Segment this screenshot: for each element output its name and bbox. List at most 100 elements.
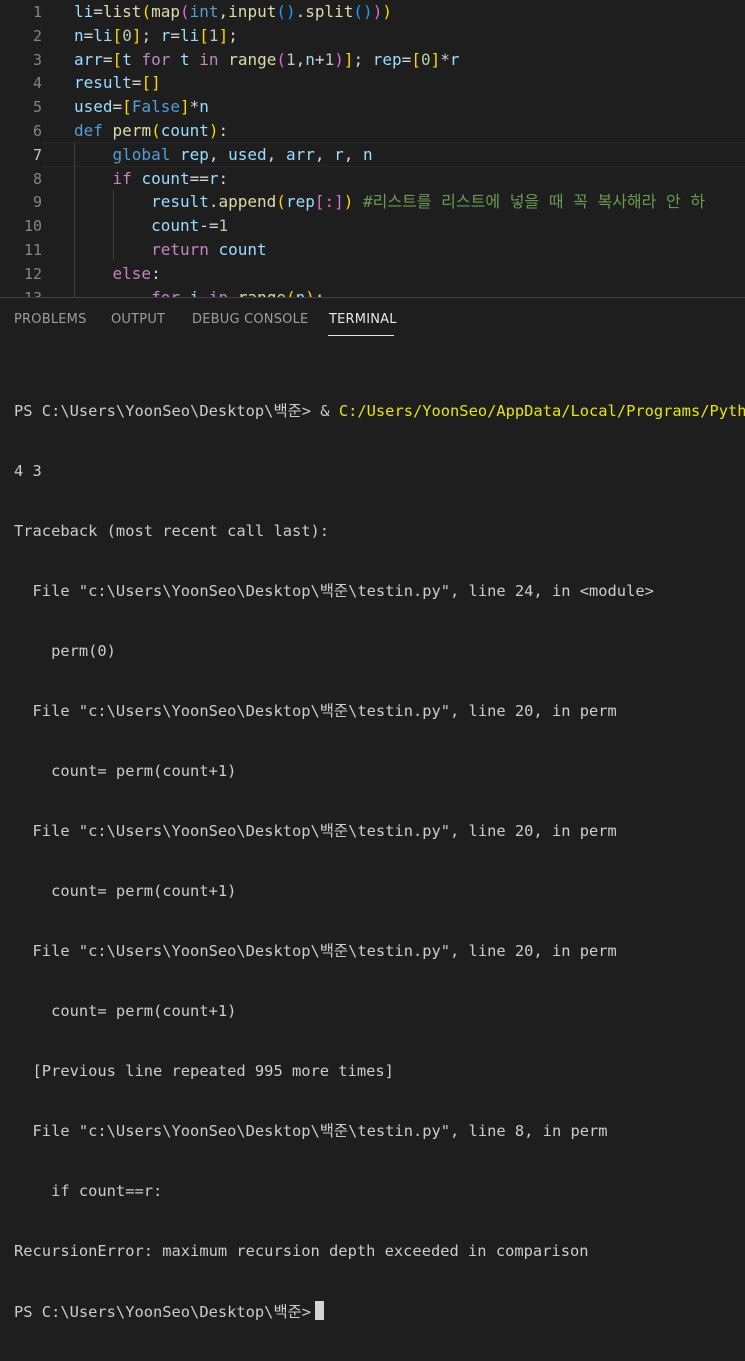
- code-token: n: [296, 288, 306, 297]
- line-number: 2: [32, 26, 42, 45]
- code-token: n: [199, 97, 209, 117]
- code-line[interactable]: 7 global rep, used, arr, r, n: [0, 143, 745, 167]
- code-token: count: [141, 168, 190, 188]
- line-number: 4: [32, 74, 42, 93]
- code-token: (): [276, 2, 296, 21]
- code-token: .: [208, 192, 219, 212]
- code-line[interactable]: 6 def perm(count):: [0, 119, 745, 143]
- code-token: t: [122, 49, 132, 69]
- tab-debug-console[interactable]: DEBUG CONSOLE: [192, 312, 308, 327]
- code-token: global: [112, 144, 171, 164]
- terminal-line: File "c:\Users\YoonSeo\Desktop\백준\testin…: [14, 702, 617, 720]
- terminal-line: count= perm(count+1): [14, 882, 237, 900]
- code-line[interactable]: 4 result=[]: [0, 71, 745, 95]
- code-line[interactable]: 12 else:: [0, 262, 745, 286]
- code-line[interactable]: 13 for i in range(n):: [0, 286, 745, 297]
- code-text: return count: [74, 238, 267, 262]
- code-token: append: [218, 192, 277, 212]
- code-token: li: [180, 25, 200, 45]
- code-text: for i in range(n):: [74, 286, 325, 297]
- terminal-line: perm(0): [14, 642, 116, 660]
- code-text: else:: [74, 262, 161, 286]
- bottom-panel: PROBLEMS OUTPUT DEBUG CONSOLE TERMINAL P…: [0, 297, 745, 1321]
- code-line[interactable]: 5 used=[False]*n: [0, 95, 745, 119]
- code-token: int: [189, 2, 219, 21]
- code-text: used=[False]*n: [74, 95, 209, 119]
- terminal-output[interactable]: PS C:\Users\YoonSeo\Desktop\백준> & C:/Use…: [14, 361, 745, 1361]
- tab-problems[interactable]: PROBLEMS: [14, 312, 87, 327]
- code-token: list: [102, 2, 142, 21]
- code-token: =: [131, 73, 142, 93]
- code-token: if: [112, 168, 132, 188]
- code-token: 1: [218, 216, 229, 236]
- line-number: 5: [32, 98, 42, 117]
- code-token: return: [151, 240, 209, 259]
- code-token: (: [276, 49, 287, 69]
- tab-terminal[interactable]: TERMINAL: [329, 312, 397, 327]
- code-editor[interactable]: 1 li=list(map(int,input().split())) 2 n=li[…: [0, 0, 745, 297]
- code-line[interactable]: 3 arr=[t for t in range(1,n+1)]; rep=[0]*…: [0, 48, 745, 72]
- code-token: [: [112, 25, 123, 45]
- terminal-line: if count==r:: [14, 1182, 163, 1200]
- code-token: result: [151, 192, 209, 212]
- code-text: result=[]: [74, 71, 161, 95]
- code-token: *: [189, 97, 200, 117]
- code-token: ,: [314, 144, 335, 164]
- code-token: map: [151, 2, 180, 21]
- code-token: n: [363, 144, 373, 164]
- code-line[interactable]: 1 li=list(map(int,input().split())): [0, 0, 745, 24]
- code-token: n: [74, 25, 84, 45]
- code-token: ]: [343, 49, 354, 69]
- terminal-prompt: PS C:\Users\YoonSeo\Desktop\백준> &: [14, 402, 339, 420]
- terminal-line: count= perm(count+1): [14, 762, 237, 780]
- code-token: ,: [343, 144, 364, 164]
- code-token: 0: [420, 49, 431, 69]
- code-token: .: [295, 2, 306, 21]
- code-token: :: [218, 168, 229, 188]
- line-number: 13: [0, 286, 42, 297]
- code-token: li: [93, 25, 113, 45]
- code-token: [: [411, 49, 421, 69]
- terminal-cursor: [315, 1301, 325, 1320]
- code-token: r: [449, 49, 460, 69]
- line-number: 11: [23, 241, 42, 259]
- code-token: ): [382, 2, 392, 21]
- code-token: [: [122, 97, 132, 117]
- line-number: 9: [32, 193, 42, 212]
- panel-tabs: PROBLEMS OUTPUT DEBUG CONSOLE TERMINAL: [0, 298, 745, 342]
- code-text: global rep, used, arr, r, n: [74, 143, 373, 167]
- tab-output[interactable]: OUTPUT: [111, 312, 165, 327]
- code-token: =: [83, 25, 94, 45]
- code-token: else: [112, 263, 152, 283]
- terminal-line: 4 3: [14, 462, 42, 480]
- code-line[interactable]: 2 n=li[0]; r=li[1];: [0, 24, 745, 48]
- code-token: range: [228, 49, 277, 69]
- code-token: ): [208, 121, 219, 140]
- code-token: rep: [179, 144, 209, 164]
- code-token: for: [141, 49, 171, 69]
- code-line[interactable]: 10 count-=1: [0, 214, 745, 238]
- code-token: in: [209, 288, 228, 297]
- code-line[interactable]: 11 return count: [0, 238, 745, 262]
- code-token: rep: [372, 49, 402, 69]
- code-token: *: [440, 49, 450, 69]
- code-token: result: [74, 73, 132, 93]
- code-line[interactable]: 9 result.append(rep[:]) #리스트를 리스트에 넣을 때 …: [0, 190, 745, 214]
- code-line[interactable]: 8 if count==r:: [0, 167, 745, 191]
- code-token: arr: [74, 49, 103, 69]
- line-number: 8: [32, 169, 42, 188]
- code-token: :: [218, 121, 229, 140]
- code-token: [: [112, 49, 123, 69]
- code-token: perm: [112, 121, 152, 140]
- code-token: ]: [218, 25, 229, 45]
- code-token: ]: [179, 97, 190, 117]
- code-token: :: [315, 288, 325, 297]
- terminal-final-prompt-line[interactable]: PS C:\Users\YoonSeo\Desktop\백준>: [14, 1301, 745, 1321]
